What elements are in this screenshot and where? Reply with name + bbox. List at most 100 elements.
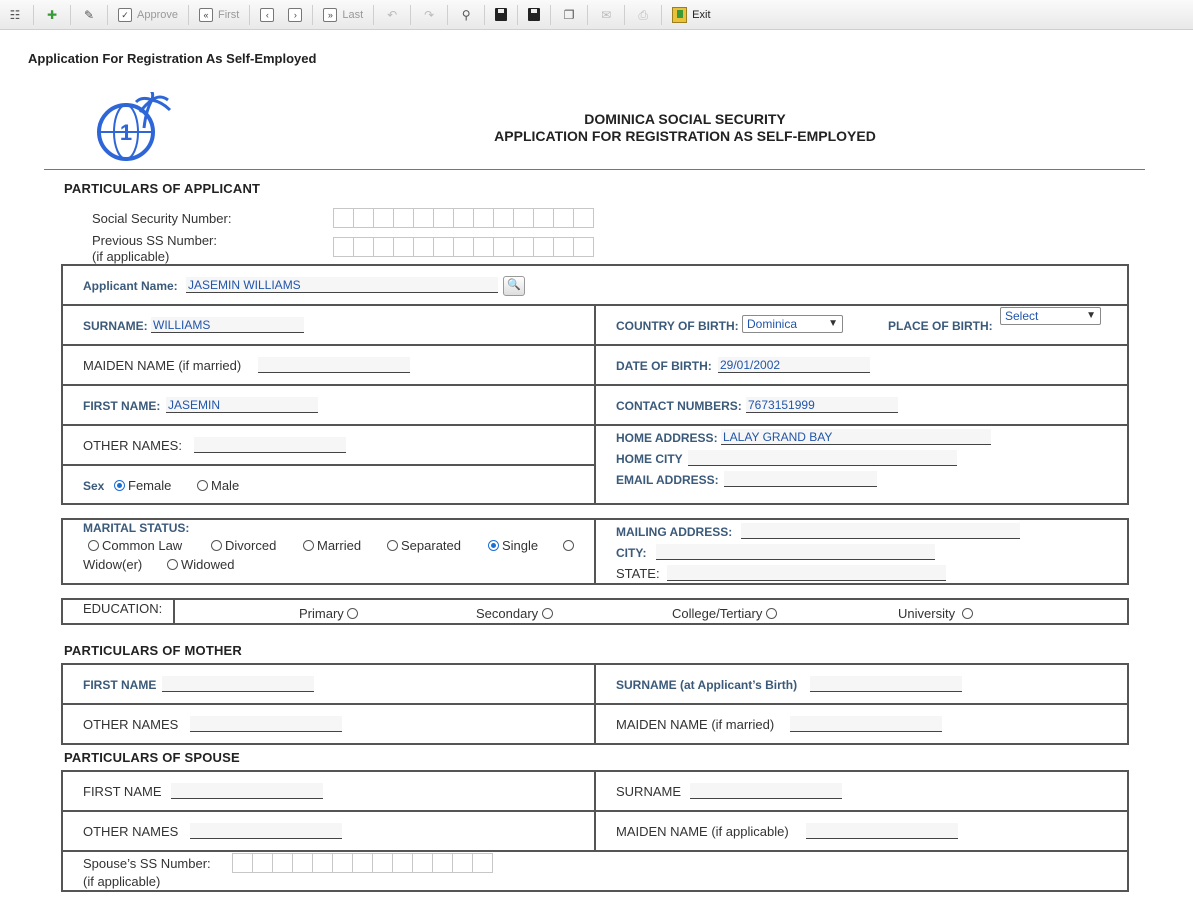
search-button[interactable]: ⚲	[454, 4, 478, 26]
undo-button[interactable]: ↶	[380, 4, 404, 26]
chevron-down-icon: ▼	[828, 318, 838, 329]
applicant-section-title: PARTICULARS OF APPLICANT	[64, 181, 261, 196]
marital-separated-option[interactable]: Separated	[387, 538, 461, 553]
marital-widower-radio[interactable]	[563, 538, 577, 553]
education-primary-option[interactable]: Primary	[299, 606, 361, 621]
toolbar-separator	[550, 4, 552, 25]
redo-icon: ↷	[424, 7, 435, 22]
new-record-button[interactable]: ✚	[40, 4, 64, 26]
ss-number-input[interactable]	[333, 208, 594, 228]
toolbar-separator	[447, 4, 449, 25]
checkbox-icon: ✓	[118, 7, 132, 22]
toolbar-separator	[517, 4, 519, 25]
mother-first-name-input[interactable]	[162, 676, 314, 692]
city-label: CITY:	[616, 546, 647, 560]
spouse-first-name-input[interactable]	[171, 783, 323, 799]
education-primary-label: Primary	[299, 606, 344, 621]
toolbar-separator	[661, 4, 663, 25]
exit-icon	[672, 6, 688, 23]
svg-text:1: 1	[120, 120, 132, 145]
copy-button[interactable]: ❐	[557, 4, 581, 26]
mother-other-names-input[interactable]	[190, 716, 342, 732]
city-input[interactable]	[656, 544, 935, 560]
applicant-name-input[interactable]: JASEMIN WILLIAMS	[186, 277, 498, 293]
last-button[interactable]: » Last	[319, 4, 367, 26]
surname-input[interactable]: WILLIAMS	[151, 317, 304, 333]
toolbar-separator	[312, 4, 314, 25]
applicant-name-label: Applicant Name:	[83, 279, 178, 293]
marital-married-option[interactable]: Married	[303, 538, 361, 553]
marital-married-label: Married	[317, 538, 362, 553]
lookup-button[interactable]: 🔍	[503, 276, 525, 296]
sex-male-option[interactable]: Male	[197, 478, 239, 493]
ss-number-label: Social Security Number:	[92, 211, 232, 226]
dob-input[interactable]: 29/01/2002	[718, 357, 870, 373]
spouse-first-name-label: FIRST NAME	[83, 784, 162, 799]
mailing-address-input[interactable]	[741, 523, 1020, 539]
marital-divorced-option[interactable]: Divorced	[211, 538, 276, 553]
print-icon: ⎙	[638, 7, 648, 22]
country-of-birth-select[interactable]: Dominica ▼	[742, 315, 843, 333]
education-secondary-option[interactable]: Secondary	[476, 606, 556, 621]
spouse-maiden-name-input[interactable]	[806, 823, 958, 839]
education-university-option[interactable]: University	[898, 606, 976, 621]
marital-widowed-option[interactable]: Widowed	[167, 557, 234, 572]
surname-label: SURNAME:	[83, 319, 148, 333]
maiden-name-label: MAIDEN NAME (if married)	[83, 358, 242, 373]
education-university-label: University	[898, 606, 956, 621]
education-college-option[interactable]: College/Tertiary	[672, 606, 780, 621]
place-of-birth-select[interactable]: Select ▼	[1000, 307, 1101, 325]
previous-button[interactable]: ‹	[256, 4, 278, 26]
other-names-label: OTHER NAMES:	[83, 438, 182, 453]
header-divider	[44, 169, 1145, 170]
spouse-other-names-input[interactable]	[190, 823, 342, 839]
first-label: First	[217, 8, 240, 21]
mother-surname-input[interactable]	[810, 676, 962, 692]
radio-icon	[541, 608, 553, 619]
save-button[interactable]	[491, 4, 511, 26]
toolbar-separator	[107, 4, 108, 25]
list-button[interactable]: ☷	[3, 4, 27, 26]
approve-label: Approve	[137, 8, 178, 21]
grid-line	[61, 464, 596, 466]
education-secondary-label: Secondary	[476, 606, 539, 621]
exit-button[interactable]: Exit	[668, 4, 714, 26]
mother-maiden-name-input[interactable]	[790, 716, 942, 732]
home-city-input[interactable]	[688, 450, 957, 466]
search-icon: ⚲	[461, 7, 471, 22]
state-input[interactable]	[667, 565, 946, 581]
maiden-name-input[interactable]	[258, 357, 410, 373]
other-names-input[interactable]	[194, 437, 346, 453]
exit-label: Exit	[692, 8, 711, 21]
prev-ss-number-input[interactable]	[333, 237, 594, 257]
radio-icon	[167, 559, 178, 570]
radio-selected-icon	[488, 540, 499, 551]
redo-button[interactable]: ↷	[417, 4, 441, 26]
home-address-input[interactable]: LALAY GRAND BAY	[721, 429, 991, 445]
mother-maiden-name-label: MAIDEN NAME (if married)	[616, 717, 775, 732]
save-close-icon	[528, 8, 541, 21]
spouse-ss-number-input[interactable]	[232, 853, 493, 873]
spouse-surname-input[interactable]	[690, 783, 842, 799]
contact-numbers-input[interactable]: 7673151999	[746, 397, 898, 413]
first-name-input[interactable]: JASEMIN	[166, 397, 318, 413]
edit-button[interactable]: ✎	[77, 4, 101, 26]
last-label: Last	[342, 8, 364, 21]
mother-surname-label: SURNAME (at Applicant’s Birth)	[616, 678, 798, 692]
prev-ss-note: (if applicable)	[92, 249, 170, 264]
add-icon: ✚	[46, 7, 58, 22]
email-input[interactable]	[724, 471, 877, 487]
first-button[interactable]: « First	[195, 4, 243, 26]
radio-icon	[347, 608, 359, 619]
marital-single-option[interactable]: Single	[488, 538, 538, 553]
approve-button[interactable]: ✓ Approve	[114, 4, 182, 26]
sex-female-label: Female	[128, 478, 172, 493]
next-button[interactable]: ›	[284, 4, 306, 26]
sex-female-option[interactable]: Female	[114, 478, 171, 493]
save-close-button[interactable]	[524, 4, 544, 26]
toolbar-separator	[410, 4, 412, 25]
print-button[interactable]: ⎙	[631, 4, 655, 26]
attach-button[interactable]: ✉	[594, 4, 618, 26]
dss-logo-icon: 1	[97, 92, 172, 161]
marital-common-law-option[interactable]: Common Law	[88, 538, 182, 553]
